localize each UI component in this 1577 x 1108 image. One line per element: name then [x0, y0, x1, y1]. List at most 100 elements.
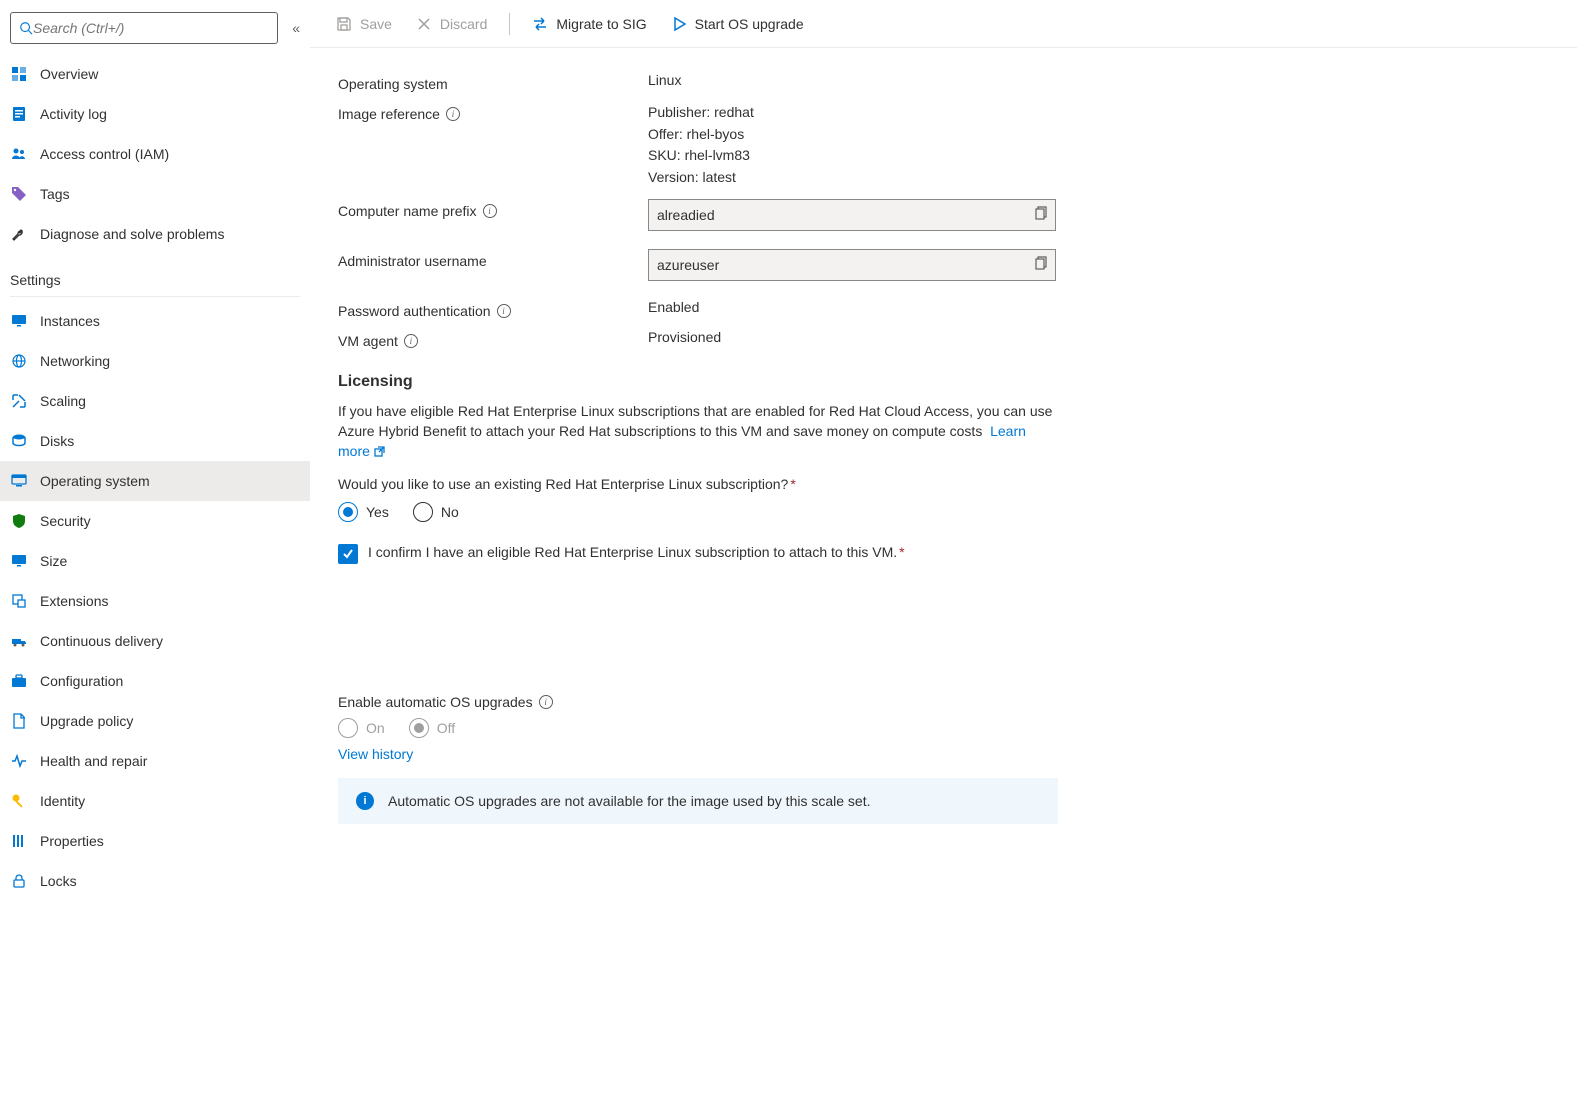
info-icon[interactable]: i [539, 695, 553, 709]
search-box[interactable] [10, 12, 278, 44]
shield-icon [10, 512, 28, 530]
os-label: Operating system [338, 72, 648, 92]
copy-icon[interactable] [1033, 256, 1047, 273]
disks-icon [10, 432, 28, 450]
play-icon [671, 16, 687, 32]
overview-icon [10, 65, 28, 83]
sidebar-label: Health and repair [40, 753, 147, 769]
sidebar-label: Identity [40, 793, 85, 809]
extensions-icon [10, 592, 28, 610]
sidebar-label: Configuration [40, 673, 123, 689]
info-icon[interactable]: i [483, 204, 497, 218]
toolbar-label: Migrate to SIG [556, 16, 646, 32]
sidebar-item-instances[interactable]: Instances [0, 301, 310, 341]
sidebar-label: Locks [40, 873, 77, 889]
view-history-link[interactable]: View history [338, 746, 1549, 762]
info-icon[interactable]: i [404, 334, 418, 348]
sidebar-label: Overview [40, 66, 98, 82]
confirm-checkbox[interactable] [338, 544, 358, 564]
image-ref-value: Publisher: redhat Offer: rhel-byos SKU: … [648, 102, 1549, 189]
sidebar-item-diagnose[interactable]: Diagnose and solve problems [0, 214, 310, 254]
vm-agent-value: Provisioned [648, 329, 1549, 345]
radio-no[interactable]: No [413, 502, 459, 522]
sidebar-label: Access control (IAM) [40, 146, 169, 162]
confirm-label: I confirm I have an eligible Red Hat Ent… [368, 544, 905, 560]
sidebar-item-security[interactable]: Security [0, 501, 310, 541]
sidebar-item-size[interactable]: Size [0, 541, 310, 581]
sidebar-item-continuous-delivery[interactable]: Continuous delivery [0, 621, 310, 661]
toolbar-label: Save [360, 16, 392, 32]
sidebar-item-health-repair[interactable]: Health and repair [0, 741, 310, 781]
info-icon: i [356, 792, 374, 810]
os-value: Linux [648, 72, 1549, 88]
sidebar-item-identity[interactable]: Identity [0, 781, 310, 821]
password-auth-value: Enabled [648, 299, 1549, 315]
sidebar-item-extensions[interactable]: Extensions [0, 581, 310, 621]
image-ref-label: Image reference [338, 106, 440, 122]
copy-icon[interactable] [1033, 206, 1047, 223]
info-icon[interactable]: i [497, 304, 511, 318]
licensing-title: Licensing [338, 373, 1549, 391]
sidebar-label: Operating system [40, 473, 150, 489]
divider [10, 296, 300, 297]
sidebar-label: Tags [40, 186, 70, 202]
info-icon[interactable]: i [446, 107, 460, 121]
sidebar-item-configuration[interactable]: Configuration [0, 661, 310, 701]
close-icon [416, 16, 432, 32]
radio-yes[interactable]: Yes [338, 502, 389, 522]
tag-icon [10, 185, 28, 203]
search-input[interactable] [33, 20, 269, 36]
computer-prefix-field: alreadied [648, 199, 1056, 231]
radio-on: On [338, 718, 385, 738]
size-icon [10, 552, 28, 570]
sidebar-item-scaling[interactable]: Scaling [0, 381, 310, 421]
discard-button: Discard [406, 10, 497, 38]
vm-agent-label: VM agent [338, 333, 398, 349]
sidebar-label: Upgrade policy [40, 713, 133, 729]
licensing-desc: If you have eligible Red Hat Enterprise … [338, 401, 1058, 462]
sidebar-label: Disks [40, 433, 74, 449]
monitor-icon [10, 312, 28, 330]
sidebar-item-networking[interactable]: Networking [0, 341, 310, 381]
sidebar-item-properties[interactable]: Properties [0, 821, 310, 861]
lock-icon [10, 872, 28, 890]
start-upgrade-button[interactable]: Start OS upgrade [661, 10, 814, 38]
subscription-question: Would you like to use an existing Red Ha… [338, 476, 1549, 492]
people-icon [10, 145, 28, 163]
computer-prefix-label: Computer name prefix [338, 203, 477, 219]
globe-icon [10, 352, 28, 370]
save-button: Save [326, 10, 402, 38]
sidebar-label: Networking [40, 353, 110, 369]
sidebar-label: Instances [40, 313, 100, 329]
migrate-button[interactable]: Migrate to SIG [522, 10, 656, 38]
enable-auto-upgrades-label: Enable automatic OS upgrades [338, 694, 533, 710]
admin-user-label: Administrator username [338, 253, 487, 269]
info-banner: i Automatic OS upgrades are not availabl… [338, 778, 1058, 824]
sidebar-label: Diagnose and solve problems [40, 226, 224, 242]
toolbar-label: Start OS upgrade [695, 16, 804, 32]
swap-icon [532, 16, 548, 32]
delivery-icon [10, 632, 28, 650]
sidebar-item-operating-system[interactable]: Operating system [0, 461, 310, 501]
toolbar-label: Discard [440, 16, 487, 32]
properties-icon [10, 832, 28, 850]
radio-off: Off [409, 718, 455, 738]
password-auth-label: Password authentication [338, 303, 491, 319]
sidebar-item-disks[interactable]: Disks [0, 421, 310, 461]
sidebar-label: Activity log [40, 106, 107, 122]
scaling-icon [10, 392, 28, 410]
sidebar-item-access-control[interactable]: Access control (IAM) [0, 134, 310, 174]
sidebar-item-locks[interactable]: Locks [0, 861, 310, 901]
sidebar-label: Security [40, 513, 91, 529]
sidebar-label: Extensions [40, 593, 108, 609]
sidebar-item-overview[interactable]: Overview [0, 54, 310, 94]
key-icon [10, 792, 28, 810]
health-icon [10, 752, 28, 770]
search-icon [19, 21, 33, 35]
toolbox-icon [10, 672, 28, 690]
sidebar-item-tags[interactable]: Tags [0, 174, 310, 214]
sidebar-label: Size [40, 553, 67, 569]
collapse-sidebar-icon[interactable]: « [292, 20, 300, 36]
sidebar-item-upgrade-policy[interactable]: Upgrade policy [0, 701, 310, 741]
sidebar-item-activity-log[interactable]: Activity log [0, 94, 310, 134]
